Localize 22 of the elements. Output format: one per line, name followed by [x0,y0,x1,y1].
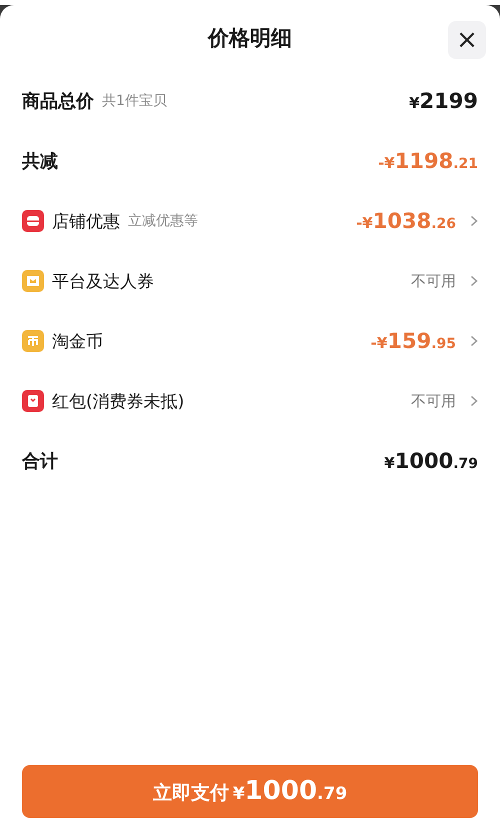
row-label: 红包(消费券未抵) [52,390,184,412]
status-text: 不可用 [411,392,456,410]
row-label: 平台及达人券 [52,270,154,292]
price: -¥1038.26 [356,209,456,233]
price: -¥159.95 [370,329,456,353]
row-label: 店铺优惠 [52,210,120,232]
row-label: 合计 [22,450,58,473]
chevron-right-icon [470,335,478,347]
price: -¥1198.21 [378,149,478,173]
row-note: 共1件宝贝 [102,92,167,110]
close-button[interactable]: × [448,21,486,59]
row-label: 商品总价 [22,90,94,113]
chevron-right-icon [470,395,478,407]
status-text: 不可用 [411,272,456,290]
row-label: 淘金币 [52,330,103,352]
row-note: 立减优惠等 [128,212,198,230]
sheet-title: 价格明细 [208,25,292,52]
row-label: 共减 [22,150,58,173]
chevron-right-icon [470,275,478,287]
chevron-right-icon [470,215,478,227]
price: ¥2199 [409,89,478,113]
price: ¥1000.79 [384,449,478,473]
